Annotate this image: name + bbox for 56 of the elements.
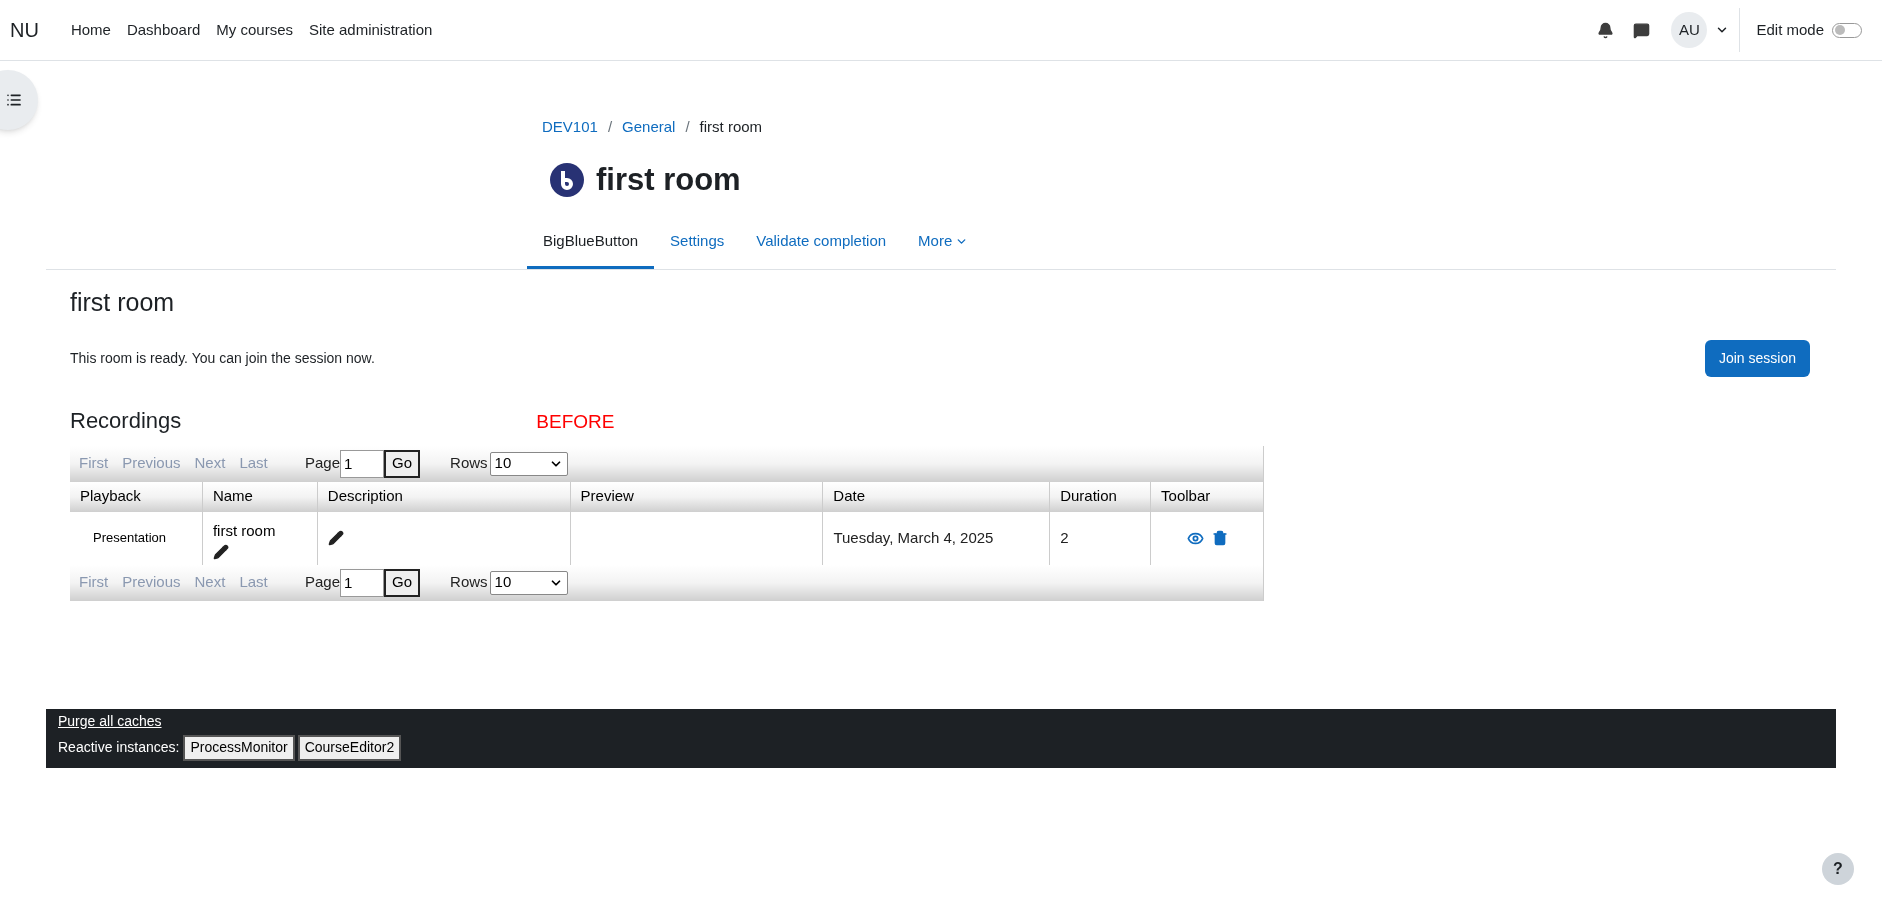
breadcrumb-current-page: first room xyxy=(699,117,763,137)
room-status-text: This room is ready. You can join the session now. xyxy=(70,348,375,368)
page-label: Page xyxy=(305,453,341,474)
breadcrumb-separator: / xyxy=(607,117,613,137)
recordings-heading: Recordings xyxy=(70,406,182,435)
tab[interactable]: Validate completion xyxy=(740,217,903,269)
user-avatar[interactable]: AU xyxy=(1671,12,1708,48)
list-icon xyxy=(6,92,22,108)
messages-icon[interactable] xyxy=(1633,21,1651,39)
column-header[interactable]: Playback xyxy=(70,481,202,512)
rows-select[interactable]: 10 xyxy=(489,451,568,476)
purge-caches-link[interactable]: Purge all caches xyxy=(58,710,1824,732)
page-title: first room xyxy=(596,160,741,199)
go-button[interactable]: Go xyxy=(384,449,421,478)
help-button[interactable]: ? xyxy=(1822,853,1854,885)
page-input[interactable]: 1 xyxy=(340,449,385,478)
table-cell: 2 xyxy=(1049,511,1151,565)
reactive-instances-label: Reactive instances: xyxy=(58,738,180,757)
nav-link[interactable]: Home xyxy=(70,18,111,42)
breadcrumb-link[interactable]: DEV101 xyxy=(542,116,598,139)
column-header[interactable]: Date xyxy=(822,481,1050,512)
column-header[interactable]: Name xyxy=(201,481,317,512)
edit-icon[interactable] xyxy=(327,530,344,546)
instance-button[interactable]: ProcessMonitor xyxy=(183,734,295,761)
table-cell: Tuesday, March 4, 2025 xyxy=(822,511,1050,565)
table-cell[interactable]: Presentation xyxy=(70,511,202,565)
go-button[interactable]: Go xyxy=(384,568,421,597)
breadcrumb-link[interactable]: General xyxy=(622,116,676,139)
page-label: Page xyxy=(305,572,341,593)
instance-button[interactable]: CourseEditor2 xyxy=(297,734,402,761)
join-session-button[interactable]: Join session xyxy=(1704,339,1810,377)
edit-icon[interactable] xyxy=(212,544,229,560)
column-header[interactable]: Preview xyxy=(569,481,823,512)
site-brand[interactable]: NU xyxy=(10,15,39,45)
notifications-icon[interactable] xyxy=(1597,21,1615,39)
nav-link[interactable]: Site administration xyxy=(309,18,433,42)
breadcrumb-separator: / xyxy=(685,117,690,137)
nav-link[interactable]: My courses xyxy=(216,18,293,42)
tab[interactable]: Settings xyxy=(654,217,741,269)
edit-mode-label: Edit mode xyxy=(1756,19,1824,40)
column-header[interactable]: Toolbar xyxy=(1150,481,1263,512)
tab[interactable]: More xyxy=(902,217,985,269)
section-heading: first room xyxy=(70,287,176,318)
bigbluebutton-logo-icon xyxy=(550,162,584,197)
page-input[interactable]: 1 xyxy=(340,568,385,597)
column-header[interactable]: Description xyxy=(316,481,570,512)
tab[interactable]: BigBlueButton xyxy=(527,217,655,269)
delete-icon[interactable] xyxy=(1211,530,1228,546)
table-cell-text: first room xyxy=(212,520,277,541)
annotation-text: BEFORE xyxy=(536,410,615,434)
rows-label: Rows xyxy=(450,572,488,593)
nav-link[interactable]: Dashboard xyxy=(126,18,201,42)
edit-mode-switch[interactable] xyxy=(1832,22,1862,38)
rows-label: Rows xyxy=(450,453,488,474)
rows-select[interactable]: 10 xyxy=(489,570,568,595)
column-header[interactable]: Duration xyxy=(1049,481,1151,512)
